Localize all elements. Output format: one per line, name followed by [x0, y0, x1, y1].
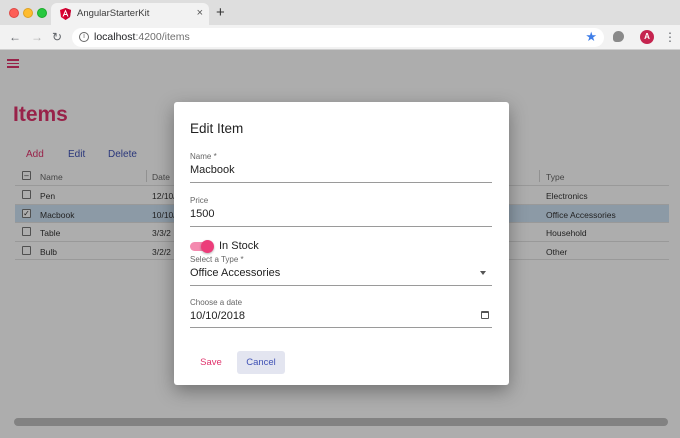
name-input[interactable]: Macbook [190, 164, 235, 176]
save-button[interactable]: Save [192, 352, 230, 374]
type-label: Select a Type * [190, 255, 244, 264]
url-text[interactable]: localhost:4200/items [94, 31, 190, 43]
browser-menu-icon[interactable]: ⋮ [664, 29, 676, 45]
type-underline [190, 285, 492, 286]
cancel-button[interactable]: Cancel [237, 351, 285, 374]
toggle-thumb[interactable] [201, 240, 214, 253]
browser-tab[interactable]: AngularStarterKit × [51, 3, 209, 25]
dialog-title: Edit Item [190, 121, 244, 136]
url-host: localhost [94, 31, 136, 43]
profile-avatar[interactable]: A [640, 30, 654, 44]
minimize-window-button[interactable] [23, 8, 33, 18]
back-icon[interactable]: ← [9, 29, 21, 45]
name-underline [190, 182, 492, 183]
extension-icon[interactable] [613, 31, 624, 42]
tab-title: AngularStarterKit [77, 8, 150, 19]
reload-icon[interactable]: ↻ [52, 29, 62, 45]
browser-window: AngularStarterKit × + ← → ↻ i localhost:… [0, 0, 680, 438]
angular-icon [60, 8, 71, 20]
price-label: Price [190, 196, 209, 205]
info-icon[interactable]: i [79, 32, 89, 42]
new-tab-button[interactable]: + [216, 5, 225, 20]
calendar-icon[interactable] [481, 311, 489, 319]
close-window-button[interactable] [9, 8, 19, 18]
in-stock-toggle[interactable] [190, 240, 214, 253]
browser-toolbar: ← → ↻ i localhost:4200/items ★ A ⋮ [0, 25, 680, 50]
price-underline [190, 226, 492, 227]
tab-close-icon[interactable]: × [197, 7, 203, 19]
date-label: Choose a date [190, 298, 243, 307]
name-label: Name * [190, 152, 217, 161]
in-stock-label: In Stock [219, 240, 259, 252]
url-path: :4200/items [135, 31, 190, 43]
maximize-window-button[interactable] [37, 8, 47, 18]
date-input[interactable]: 10/10/2018 [190, 310, 245, 322]
edit-item-dialog: Edit Item Name * Macbook Price 1500 In S… [174, 102, 509, 385]
dropdown-arrow-icon[interactable] [480, 271, 486, 275]
forward-icon[interactable]: → [31, 29, 43, 45]
date-underline [190, 327, 492, 328]
type-value[interactable]: Office Accessories [190, 267, 280, 279]
price-input[interactable]: 1500 [190, 208, 214, 220]
tab-strip: AngularStarterKit × + [0, 0, 680, 25]
bookmark-star-icon[interactable]: ★ [585, 29, 597, 45]
address-bar[interactable]: i localhost:4200/items ★ [72, 28, 604, 47]
